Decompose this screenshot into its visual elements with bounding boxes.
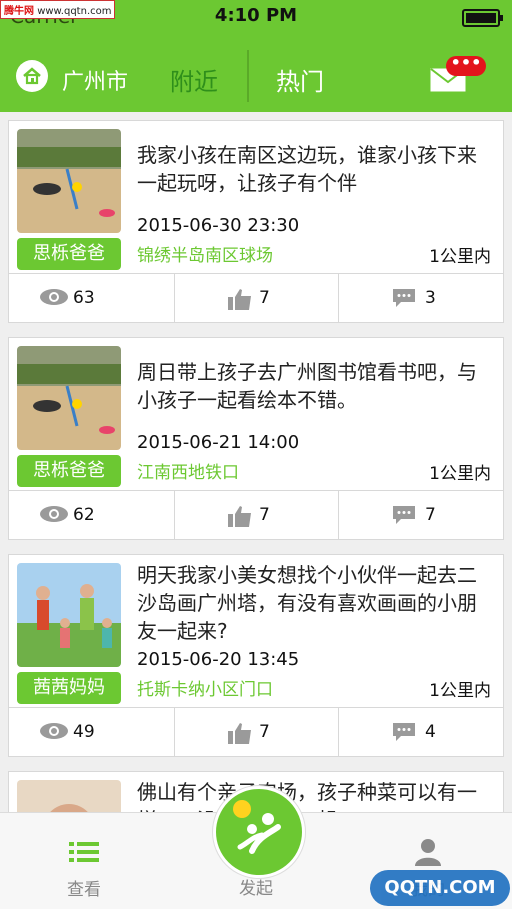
views-stat[interactable]: 62 [9, 491, 175, 540]
corner-watermark: QQTN.COM [370, 870, 510, 906]
city-selector[interactable]: 广州市 [62, 64, 128, 96]
views-count: 49 [73, 722, 95, 742]
eye-icon [40, 723, 68, 739]
likes-stat[interactable]: 7 [175, 708, 339, 757]
likes-count: 7 [259, 505, 270, 525]
comment-icon [393, 506, 415, 524]
post-card[interactable]: 茜茜妈妈 明天我家小美女想找个小伙伴一起去二沙岛画广州塔，有没有喜欢画画的小朋友… [8, 554, 504, 757]
comments-stat[interactable]: 3 [339, 274, 503, 323]
post-content: 周日带上孩子去广州图书馆看书吧，与小孩子一起看绘本不错。 [137, 360, 477, 412]
post-location[interactable]: 托斯卡纳小区门口 [137, 675, 273, 700]
tab-nearby[interactable]: 附近 [170, 62, 218, 97]
thumbs-up-icon [228, 289, 251, 310]
post-content: 明天我家小美女想找个小伙伴一起去二沙岛画广州塔，有没有喜欢画画的小朋友一起来? [137, 563, 477, 643]
post-distance: 1公里内 [429, 464, 491, 484]
author-badge[interactable]: 茜茜妈妈 [17, 672, 121, 704]
comment-icon [393, 723, 415, 741]
tab-view-label: 查看 [67, 880, 101, 900]
post-card[interactable]: 思栎爸爸 我家小孩在南区这边玩，谁家小孩下来一起玩呀，让孩子有个伴 2015-0… [8, 120, 504, 323]
likes-count: 7 [259, 288, 270, 308]
site-watermark: 腾牛网 www.qqtn.com [0, 0, 116, 19]
post-content: 我家小孩在南区这边玩，谁家小孩下来一起玩呀，让孩子有个伴 [137, 143, 477, 195]
comments-count: 7 [425, 505, 436, 525]
notification-badge: ••• [446, 55, 486, 76]
post-stats: 62 7 7 [9, 490, 503, 540]
views-count: 62 [73, 505, 95, 525]
home-icon[interactable] [16, 60, 48, 92]
post-datetime: 2015-06-30 23:30 [137, 215, 300, 236]
comments-stat[interactable]: 7 [339, 491, 503, 540]
thumbs-up-icon [228, 723, 251, 744]
thumbs-up-icon [228, 506, 251, 527]
tab-launch-label[interactable]: 发起 [206, 874, 306, 899]
comments-stat[interactable]: 4 [339, 708, 503, 757]
comments-count: 4 [425, 722, 436, 742]
author-badge[interactable]: 思栎爸爸 [17, 455, 121, 487]
tab-hot[interactable]: 热门 [276, 62, 324, 97]
top-bar: 广州市 附近 热门 ••• [0, 32, 512, 112]
post-datetime: 2015-06-20 13:45 [137, 649, 300, 670]
tab-view[interactable]: 查看 [24, 813, 144, 909]
post-stats: 49 7 4 [9, 707, 503, 757]
family-logo-icon [233, 800, 281, 854]
post-distance: 1公里内 [429, 247, 491, 267]
battery-icon [462, 9, 503, 27]
post-datetime: 2015-06-21 14:00 [137, 432, 300, 453]
tab-divider [247, 50, 249, 102]
post-thumbnail [17, 346, 121, 450]
user-icon [415, 839, 441, 866]
post-thumbnail [17, 129, 121, 233]
likes-stat[interactable]: 7 [175, 274, 339, 323]
launch-button[interactable] [213, 786, 305, 878]
eye-icon [40, 506, 68, 522]
post-location[interactable]: 江南西地铁口 [137, 458, 239, 483]
post-thumbnail [17, 563, 121, 667]
likes-count: 7 [259, 722, 270, 742]
eye-icon [40, 289, 68, 305]
comments-count: 3 [425, 288, 436, 308]
list-icon [69, 842, 99, 862]
views-stat[interactable]: 63 [9, 274, 175, 323]
views-count: 63 [73, 288, 95, 308]
likes-stat[interactable]: 7 [175, 491, 339, 540]
post-card[interactable]: 思栎爸爸 周日带上孩子去广州图书馆看书吧，与小孩子一起看绘本不错。 2015-0… [8, 337, 504, 540]
comment-icon [393, 289, 415, 307]
author-badge[interactable]: 思栎爸爸 [17, 238, 121, 270]
views-stat[interactable]: 49 [9, 708, 175, 757]
post-location[interactable]: 锦绣半岛南区球场 [137, 241, 273, 266]
post-stats: 63 7 3 [9, 273, 503, 323]
post-distance: 1公里内 [429, 681, 491, 701]
